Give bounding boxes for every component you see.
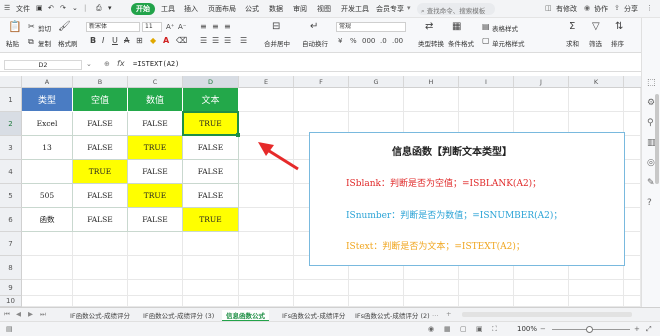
cell-number[interactable]: TRUE <box>128 136 183 160</box>
cell-type[interactable]: Excel <box>22 112 73 136</box>
row-header-5[interactable]: 5 <box>0 184 22 208</box>
column-gridline <box>293 88 294 307</box>
cell-type[interactable]: 函数 <box>22 208 73 232</box>
cell-blank[interactable]: FALSE <box>73 184 128 208</box>
prev-sheet-icon[interactable]: ◀ <box>16 310 21 318</box>
filter-panel-icon[interactable]: ⚲ <box>647 118 654 128</box>
cell-text[interactable]: FALSE <box>183 160 239 184</box>
cell-text[interactable]: FALSE <box>183 184 239 208</box>
row-header-8[interactable]: 8 <box>0 256 22 280</box>
page-view-icon[interactable]: ▢ <box>460 325 467 333</box>
zoom-slider-thumb[interactable] <box>586 326 593 333</box>
sheet-tab-bar: ⏮ ◀ ▶ ⏭ IF函数公式-成绩评分 IF函数公式-成绩评分 (3) 信息函数… <box>0 307 660 322</box>
info-panel: 信息函数【判断文本类型】 ISblank：判断是否为空值；=ISBLANK(A2… <box>309 132 625 266</box>
column-header-a[interactable]: A <box>22 76 73 88</box>
header-text[interactable]: 文本 <box>183 88 239 112</box>
row-gridline <box>22 279 641 280</box>
right-sidebar: ⬚ ⚙ ⚲ ▥ ◎ ✎ ? <box>641 18 660 318</box>
row-header-1[interactable]: 1 <box>0 88 22 112</box>
format-icon[interactable]: ⚙ <box>647 98 655 108</box>
cell-blank[interactable]: FALSE <box>73 136 128 160</box>
cell-blank[interactable]: FALSE <box>73 112 128 136</box>
cell-text[interactable]: TRUE <box>183 208 239 232</box>
column-header-b[interactable]: B <box>73 76 128 88</box>
row-header-3[interactable]: 3 <box>0 136 22 160</box>
fullscreen-icon[interactable]: ⛶ <box>492 325 497 334</box>
cell-number[interactable]: TRUE <box>128 184 183 208</box>
cell-blank[interactable]: TRUE <box>73 160 128 184</box>
cell-number[interactable]: FALSE <box>128 160 183 184</box>
first-sheet-icon[interactable]: ⏮ <box>4 310 10 319</box>
cell-type[interactable] <box>22 160 73 184</box>
cell-number[interactable]: FALSE <box>128 112 183 136</box>
tab-sheet-4[interactable]: IFs函数公式-成绩评分 <box>282 310 345 320</box>
row-header-7[interactable]: 7 <box>0 232 22 256</box>
cell-type[interactable]: 505 <box>22 184 73 208</box>
select-icon[interactable]: ⬚ <box>647 78 656 88</box>
row-header-10[interactable]: 10 <box>0 296 22 307</box>
column-header-j[interactable]: J <box>514 76 569 88</box>
zoom-out-icon[interactable]: − <box>540 325 546 333</box>
tab-sheet-2[interactable]: IF函数公式-成绩评分 (3) <box>143 310 214 320</box>
preview-icon[interactable]: ▣ <box>476 325 483 333</box>
sheet-tools-icon[interactable]: ▤ <box>6 325 13 333</box>
add-sheet-icon[interactable]: + <box>446 310 451 318</box>
select-all-corner[interactable] <box>0 76 22 88</box>
next-sheet-icon[interactable]: ▶ <box>28 310 33 318</box>
cell-blank[interactable]: FALSE <box>73 208 128 232</box>
column-header-e[interactable]: E <box>239 76 294 88</box>
panel-line-isblank: ISblank：判断是否为空值；=ISBLANK(A2)； <box>346 179 542 189</box>
horizontal-scrollbar[interactable] <box>462 312 632 317</box>
header-blank[interactable]: 空值 <box>73 88 128 112</box>
column-header-g[interactable]: G <box>349 76 404 88</box>
eye-icon[interactable]: ◉ <box>428 325 434 333</box>
spreadsheet-app: ☰ 文件 ▣ ↶ ↷ ⌄ | ⎙ ▾ 开始 工具 插入 页面布局 公式 数据 审… <box>0 0 660 336</box>
panel-title: 信息函数【判断文本类型】 <box>392 147 512 158</box>
last-sheet-icon[interactable]: ⏭ <box>40 310 46 319</box>
panel-line-istext: IStext：判断是否为文本；=ISTEXT(A2)； <box>346 242 525 252</box>
active-cell-border <box>182 111 239 136</box>
column-header-f[interactable]: F <box>294 76 349 88</box>
status-bar: ▤ ◉ ▦ ▢ ▣ ⛶ 100% − + ⤢ <box>0 321 660 336</box>
location-icon[interactable]: ◎ <box>647 158 655 168</box>
column-header-h[interactable]: H <box>404 76 459 88</box>
cell-text[interactable]: FALSE <box>183 136 239 160</box>
zoom-level: 100% <box>517 325 538 333</box>
column-header-d[interactable]: D <box>183 76 239 88</box>
row-header-4[interactable]: 4 <box>0 160 22 184</box>
row-header-6[interactable]: 6 <box>0 208 22 232</box>
tab-sheet-5[interactable]: IFs函数公式-成绩评分 (2) <box>355 310 430 320</box>
row-header-2[interactable]: 2 <box>0 112 22 136</box>
arrow-shaft <box>265 147 299 171</box>
header-number[interactable]: 数值 <box>128 88 183 112</box>
column-header-i[interactable]: I <box>459 76 514 88</box>
column-header-k[interactable]: K <box>569 76 624 88</box>
zoom-fit-icon[interactable]: ⤢ <box>646 325 652 334</box>
zoom-in-icon[interactable]: + <box>634 325 640 333</box>
help-icon[interactable]: ? <box>647 198 652 208</box>
cell-number[interactable]: FALSE <box>128 208 183 232</box>
column-header-c[interactable]: C <box>128 76 183 88</box>
normal-view-icon[interactable]: ▦ <box>444 325 451 333</box>
row-header-9[interactable]: 9 <box>0 280 22 296</box>
panel-line-isnumber: ISnumber：判断是否为数值；=ISNUMBER(A2)； <box>346 211 563 221</box>
fill-handle[interactable] <box>236 133 240 137</box>
row-gridline <box>22 295 641 296</box>
tab-more-icon[interactable]: … <box>432 310 439 318</box>
tab-sheet-1[interactable]: IF函数公式-成绩评分 <box>70 310 130 320</box>
header-type[interactable]: 类型 <box>22 88 73 112</box>
vertical-scrollbar[interactable] <box>655 94 659 184</box>
cell-type[interactable]: 13 <box>22 136 73 160</box>
pointer-arrow <box>258 142 299 171</box>
style-icon[interactable]: ✎ <box>647 178 655 188</box>
